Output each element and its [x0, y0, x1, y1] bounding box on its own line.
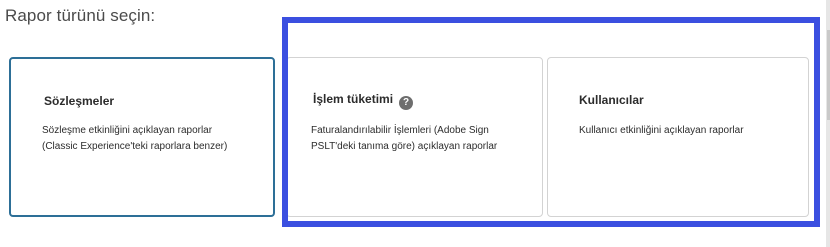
report-card-transaction-consumption[interactable]: İşlem tüketimi? Faturalandırılabilir İşl…: [286, 57, 543, 217]
report-card-users[interactable]: Kullanıcılar Kullanıcı etkinliğini açıkl…: [547, 57, 809, 217]
card-description: Kullanıcı etkinliğini açıklayan raporlar: [579, 123, 804, 139]
card-description-line: Kullanıcı etkinliğini açıklayan raporlar: [579, 125, 744, 136]
card-description-line: PSLT'deki tanıma göre) açıklayan raporla…: [311, 141, 498, 152]
card-description: Faturalandırılabilir İşlemleri (Adobe Si…: [311, 123, 539, 155]
card-title: Sözleşmeler: [44, 94, 115, 108]
card-description-line: (Classic Experience'teki raporlara benze…: [42, 141, 228, 152]
question-mark-icon[interactable]: ?: [399, 96, 414, 110]
card-title: Kullanıcılar: [579, 93, 644, 107]
card-title-row: İşlem tüketimi?: [313, 92, 414, 110]
card-description: Sözleşme etkinliğini açıklayan raporlar …: [42, 123, 272, 155]
card-description-line: Faturalandırılabilir İşlemleri (Adobe Si…: [311, 125, 489, 136]
card-description-line: Sözleşme etkinliğini açıklayan raporlar: [42, 125, 213, 136]
card-title: İşlem tüketimi: [313, 92, 394, 106]
report-type-page: Rapor türünü seçin: Sözleşmeler Sözleşme…: [0, 0, 830, 247]
report-card-agreements[interactable]: Sözleşmeler Sözleşme etkinliğini açıklay…: [9, 57, 275, 217]
page-prompt: Rapor türünü seçin:: [5, 6, 156, 25]
